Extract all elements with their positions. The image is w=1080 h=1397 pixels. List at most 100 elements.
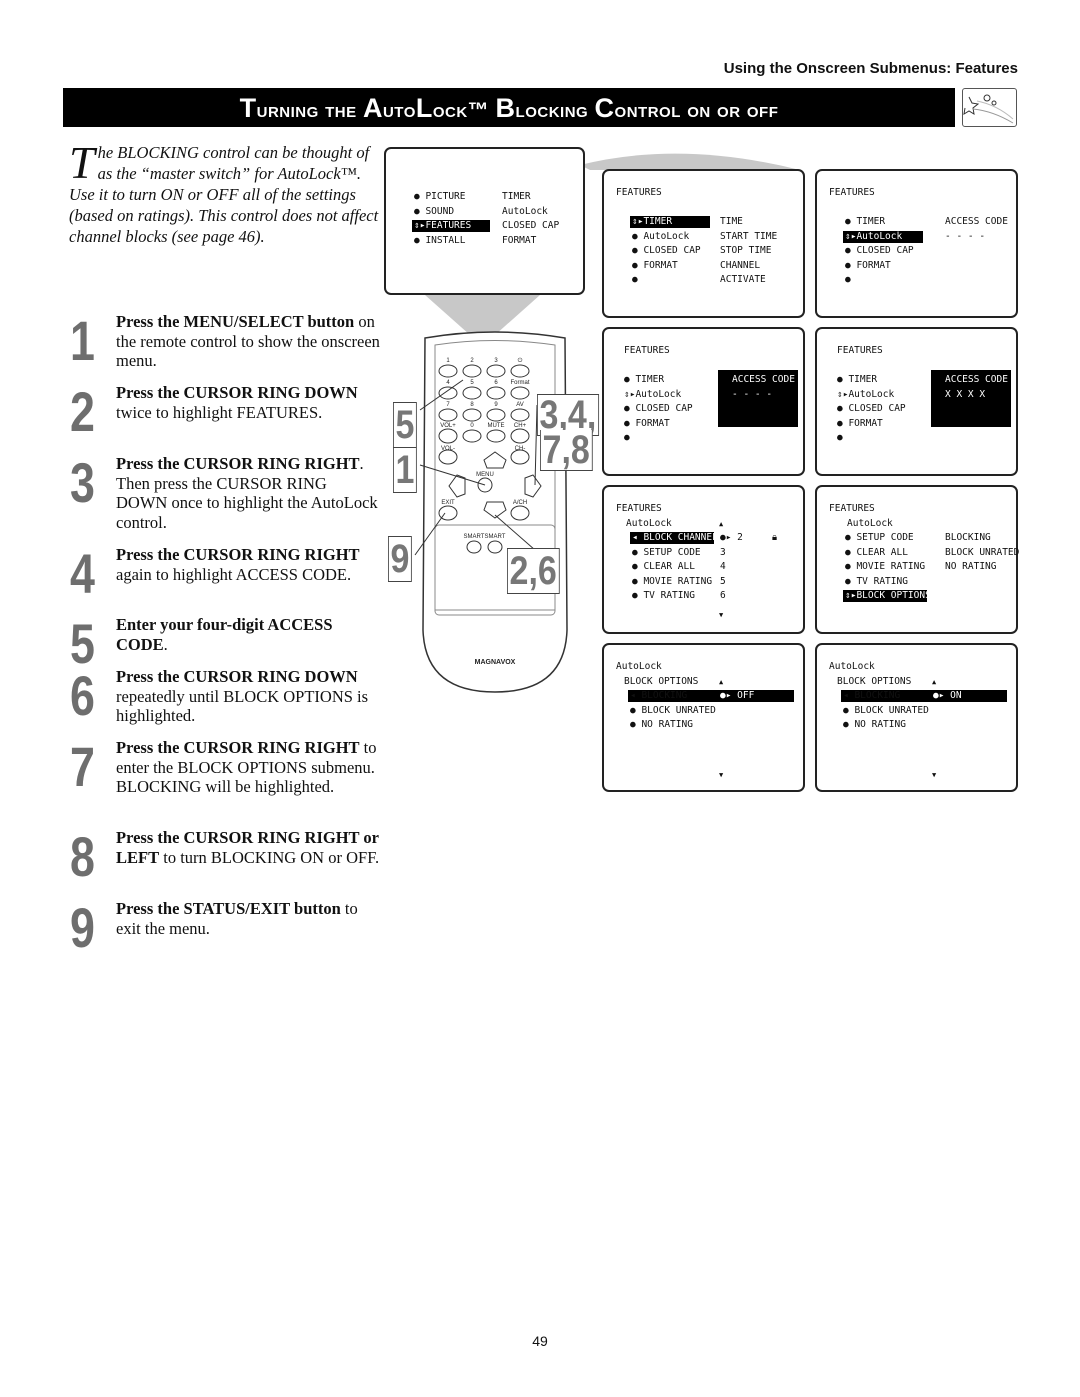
- menu-item-value: 6: [720, 590, 726, 601]
- menu-item[interactable]: ● FORMAT: [837, 418, 883, 430]
- menu-item[interactable]: ● FORMAT: [624, 418, 670, 430]
- step-number: 6: [70, 664, 95, 727]
- menu-item[interactable]: ● TIMER: [624, 374, 664, 386]
- step-text: Press the MENU/SELECT button on the remo…: [116, 312, 380, 370]
- menu-screen-4: FEATURES ● TIMER ACCESS CODE ⇕▸AutoLock - - …: [602, 327, 805, 476]
- menu-item[interactable]: ⇕▸BLOCK OPTIONS: [843, 590, 931, 602]
- menu-item-value: START TIME: [720, 230, 778, 242]
- scroll-up-icon[interactable]: ▲: [719, 676, 723, 688]
- menu-screen-8: AutoLock BLOCK OPTIONS ▲ ▼ ◂ BLOCKING ●▸ OFF ●…: [602, 643, 805, 792]
- menu-item[interactable]: ● NO RATING: [843, 719, 906, 731]
- step-2: 2 Press the CURSOR RING DOWN twice to hig…: [70, 380, 380, 443]
- menu-item[interactable]: ● TV RATING: [632, 590, 695, 602]
- menu-item[interactable]: ● FORMAT: [845, 260, 891, 272]
- menu-item[interactable]: ●: [632, 274, 638, 286]
- scroll-down-icon[interactable]: ▼: [932, 769, 936, 781]
- menu-item-value: STOP TIME: [720, 245, 772, 256]
- callout-2-6: 2,6: [507, 548, 560, 594]
- scroll-down-icon[interactable]: ▼: [719, 609, 723, 621]
- menu-item[interactable]: ● MOVIE RATING: [632, 576, 712, 588]
- screen-title: AutoLock: [616, 661, 662, 672]
- menu-item-value: ●▸ ON: [933, 690, 962, 701]
- menu-screen-1: ● PICTURE TIMER ● SOUND AutoLock ⇕▸FEATURES C…: [384, 147, 585, 295]
- menu-item-value: ACTIVATE: [720, 274, 766, 285]
- menu-item[interactable]: ● PICTURE: [414, 191, 465, 203]
- menu-item[interactable]: ● FORMAT: [632, 260, 678, 272]
- menu-item[interactable]: ● CLOSED CAP: [632, 245, 701, 257]
- menu-item[interactable]: ● CLEAR ALL: [845, 547, 908, 559]
- menu-item[interactable]: ●: [624, 432, 630, 444]
- menu-item[interactable]: ●: [845, 274, 851, 286]
- menu-item[interactable]: ● CLEAR ALL: [632, 561, 695, 573]
- step-number: 7: [70, 735, 95, 798]
- menu-item-value: TIME: [720, 216, 743, 227]
- menu-screen-2: FEATURES ⇕▸TIMER TIME ● AutoLock START TIME ●…: [602, 169, 805, 318]
- callout-5: 5: [393, 402, 418, 448]
- menu-item[interactable]: ●: [837, 432, 843, 444]
- page-number: 49: [532, 1333, 548, 1349]
- menu-item-value: ACCESS CODE: [945, 216, 1008, 227]
- step-number: 2: [70, 380, 95, 443]
- menu-item[interactable]: ● CLOSED CAP: [837, 403, 906, 415]
- scroll-up-icon[interactable]: ▲: [719, 518, 723, 530]
- menu-item[interactable]: ⇕▸FEATURES: [412, 220, 490, 232]
- menu-item-value: BLOCKING: [945, 532, 991, 543]
- menu-item[interactable]: ● BLOCK UNRATED: [630, 705, 716, 717]
- page-title: Turning the AutoLock™ Blocking Control o…: [63, 88, 955, 127]
- lock-icon: 🔒︎: [772, 532, 778, 543]
- step-number: 3: [70, 451, 95, 514]
- menu-item[interactable]: ◂ BLOCK CHANNEL: [630, 532, 718, 544]
- menu-item[interactable]: ◂ BLOCKING: [630, 690, 687, 702]
- menu-item[interactable]: ● SETUP CODE: [845, 532, 914, 544]
- key-label: CH+: [514, 423, 527, 429]
- menu-screen-3: FEATURES ● TIMER ACCESS CODE ⇕▸AutoLock - - …: [815, 169, 1018, 318]
- screen-title: FEATURES: [829, 503, 875, 514]
- menu-item[interactable]: ● AutoLock: [632, 231, 689, 243]
- key-label: ⏻: [518, 357, 523, 364]
- menu-item[interactable]: ⇕▸AutoLock: [837, 389, 894, 401]
- menu-item[interactable]: ● CLOSED CAP: [845, 245, 914, 257]
- menu-item[interactable]: ● BLOCK UNRATED: [843, 705, 929, 717]
- menu-screen-7: FEATURES AutoLock ● SETUP CODE BLOCKING ● CL…: [815, 485, 1020, 634]
- screen-subtitle: AutoLock: [847, 518, 893, 529]
- menu-item[interactable]: ● NO RATING: [630, 719, 693, 731]
- menu-item[interactable]: ⇕▸AutoLock: [624, 389, 681, 401]
- menu-screen-5: FEATURES ● TIMER ACCESS CODE ⇕▸AutoLock X X …: [815, 327, 1018, 476]
- key-label: VOL+: [440, 423, 456, 429]
- menu-item[interactable]: ● MOVIE RATING: [845, 561, 925, 573]
- screen-subtitle: AutoLock: [626, 518, 672, 529]
- screen-title: FEATURES: [624, 345, 670, 356]
- menu-item[interactable]: ● TIMER: [845, 216, 885, 228]
- menu-item-value: CHANNEL: [720, 259, 761, 271]
- menu-item[interactable]: ⇕▸TIMER: [630, 216, 710, 228]
- menu-item-value: 5: [720, 575, 726, 587]
- menu-item[interactable]: ◂ BLOCKING: [843, 690, 900, 702]
- callout-1: 1: [393, 447, 418, 493]
- scroll-down-icon[interactable]: ▼: [719, 769, 723, 781]
- menu-item[interactable]: ● INSTALL: [414, 235, 465, 247]
- key-label: Format: [510, 380, 529, 386]
- key-label: MUTE: [488, 423, 505, 429]
- scroll-up-icon[interactable]: ▲: [932, 676, 936, 688]
- step-text: Press the CURSOR RING DOWN repeatedly un…: [116, 667, 369, 725]
- stars-logo-icon: [962, 88, 1017, 127]
- screen-title: AutoLock: [829, 661, 875, 672]
- step-7: 7 Press the CURSOR RING RIGHT to enter th…: [70, 735, 380, 798]
- menu-item[interactable]: ● SETUP CODE: [632, 547, 701, 559]
- menu-item[interactable]: ● CLOSED CAP: [624, 403, 693, 415]
- menu-item[interactable]: ● TV RATING: [845, 576, 908, 588]
- step-5: 5 Enter your four-digit ACCESS CODE.: [70, 612, 380, 675]
- menu-item-value: NO RATING: [945, 561, 997, 572]
- step-3: 3 Press the CURSOR RING RIGHT. Then press…: [70, 451, 380, 532]
- step-6: 6 Press the CURSOR RING DOWN repeatedly u…: [70, 664, 380, 727]
- menu-item-value: BLOCK UNRATED: [945, 546, 1020, 558]
- key-label: EXIT: [441, 500, 455, 506]
- menu-item[interactable]: ● SOUND: [414, 206, 454, 218]
- menu-item[interactable]: ● TIMER: [837, 374, 877, 386]
- key-label: MENU: [476, 472, 494, 478]
- step-number: 9: [70, 896, 95, 959]
- menu-item-value: ACCESS CODE: [732, 374, 795, 385]
- menu-item[interactable]: ⇕▸AutoLock: [843, 230, 923, 243]
- menu-item-value: X X X X: [945, 388, 986, 400]
- step-9: 9 Press the STATUS/EXIT button to exit th…: [70, 896, 380, 959]
